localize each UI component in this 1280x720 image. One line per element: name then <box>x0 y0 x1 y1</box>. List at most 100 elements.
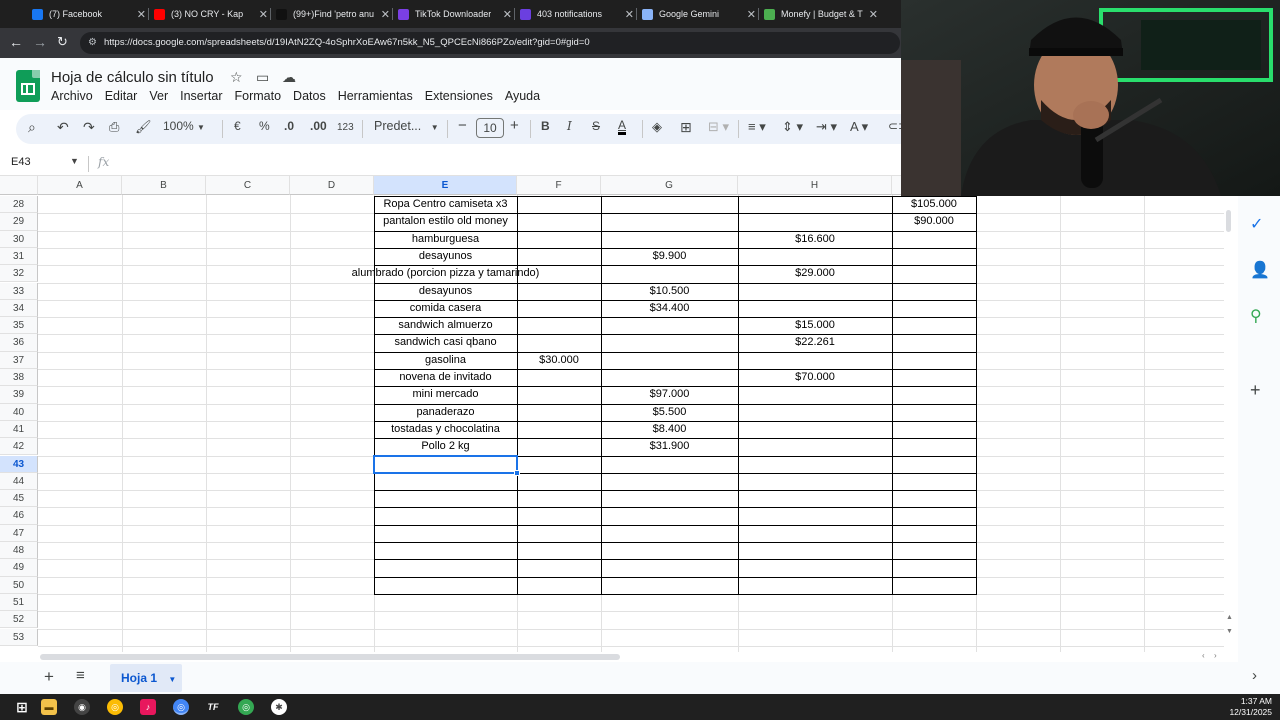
add-sheet-icon[interactable]: + <box>44 667 54 687</box>
menu-item[interactable]: Formato <box>235 89 282 103</box>
table-cell[interactable]: hamburguesa <box>374 231 517 248</box>
undo-icon[interactable]: ↶ <box>57 119 69 136</box>
table-cell[interactable]: pantalon estilo old money <box>374 213 517 230</box>
font-size-input[interactable]: 10 <box>476 118 504 138</box>
table-cell[interactable]: $9.900 <box>601 248 738 265</box>
menu-item[interactable]: Insertar <box>180 89 222 103</box>
bold-icon[interactable]: B <box>541 119 550 133</box>
chevron-down-icon[interactable]: ▼ <box>70 156 79 166</box>
menu-item[interactable]: Editar <box>105 89 138 103</box>
row-header[interactable]: 47 <box>0 524 38 542</box>
browser-tab[interactable]: (7) Facebook ✕ <box>32 0 146 28</box>
column-header[interactable]: F <box>517 176 601 195</box>
borders-icon[interactable]: ⊞ <box>680 119 692 136</box>
table-cell[interactable]: novena de invitado <box>374 369 517 386</box>
name-box[interactable]: E43 <box>11 156 31 168</box>
more-formats-button[interactable]: 123 <box>337 122 354 133</box>
obs-icon[interactable]: ◉ <box>74 699 90 715</box>
currency-format-button[interactable]: € <box>234 119 241 133</box>
text-color-icon[interactable]: A <box>618 119 627 135</box>
menu-item[interactable]: Datos <box>293 89 326 103</box>
horizontal-align-icon[interactable]: ≡ ▾ <box>748 119 766 135</box>
scroll-right-icon[interactable]: › <box>1214 651 1217 660</box>
column-header[interactable]: A <box>38 176 122 195</box>
row-header[interactable]: 35 <box>0 317 38 335</box>
fill-handle[interactable] <box>514 469 520 476</box>
close-tab-icon[interactable]: ✕ <box>381 8 390 21</box>
table-cell[interactable]: $105.000 <box>892 196 976 213</box>
table-cell[interactable]: mini mercado <box>374 386 517 403</box>
table-cell[interactable]: $5.500 <box>601 404 738 421</box>
all-sheets-icon[interactable]: ≡ <box>76 667 85 684</box>
row-header[interactable]: 52 <box>0 611 38 629</box>
sheet-tab[interactable]: Hoja 1 ▼ <box>110 664 182 692</box>
row-header[interactable]: 34 <box>0 299 38 318</box>
row-header[interactable]: 40 <box>0 403 38 421</box>
close-tab-icon[interactable]: ✕ <box>747 8 756 21</box>
menu-item[interactable]: Extensiones <box>425 89 493 103</box>
decrease-decimal-button[interactable]: .0 <box>284 119 294 133</box>
table-cell[interactable]: $30.000 <box>517 352 601 369</box>
chrome-icon[interactable]: ◎ <box>107 699 123 715</box>
scroll-left-icon[interactable]: ‹ <box>1202 651 1205 660</box>
row-header[interactable]: 42 <box>0 438 38 456</box>
close-tab-icon[interactable]: ✕ <box>625 8 634 21</box>
paint-format-icon[interactable]: 🖌 <box>135 119 152 135</box>
row-header[interactable]: 38 <box>0 369 38 387</box>
scroll-down-icon[interactable]: ▼ <box>1226 628 1233 635</box>
strikethrough-icon[interactable]: S <box>592 119 600 133</box>
table-cell[interactable]: desayunos <box>374 248 517 265</box>
star-icon[interactable]: ☆ <box>230 69 243 86</box>
percent-format-button[interactable]: % <box>259 119 270 133</box>
decrease-font-size-icon[interactable]: − <box>458 117 467 134</box>
spreadsheet-grid[interactable]: A B C D E F G H 28 Ropa Centro camiseta x3 $105.00… <box>0 176 1224 652</box>
fill-color-icon[interactable]: ◈ <box>652 119 662 135</box>
chrome-profile-icon[interactable]: ◎ <box>238 699 254 715</box>
vertical-scrollbar[interactable] <box>1226 210 1231 232</box>
tasks-icon[interactable]: ✓ <box>1250 214 1263 234</box>
row-header[interactable]: 31 <box>0 247 38 266</box>
browser-tab[interactable]: (99+)Find 'petro anu ✕ <box>276 0 390 28</box>
row-header[interactable]: 44 <box>0 472 38 491</box>
menu-item[interactable]: Archivo <box>51 89 93 103</box>
increase-font-size-icon[interactable]: + <box>510 117 519 134</box>
browser-tab[interactable]: TikTok Downloader ✕ <box>398 0 512 28</box>
select-all-corner[interactable] <box>0 176 38 195</box>
document-title[interactable]: Hoja de cálculo sin título <box>51 69 214 86</box>
browser-tab[interactable]: Monefy | Budget & T ✕ <box>764 0 878 28</box>
row-header[interactable]: 30 <box>0 230 38 248</box>
row-header[interactable]: 53 <box>0 628 38 646</box>
column-header[interactable]: C <box>206 176 290 195</box>
row-header[interactable]: 39 <box>0 386 38 404</box>
row-header[interactable]: 32 <box>0 265 38 283</box>
windows-start-icon[interactable]: ⊞ <box>14 699 30 715</box>
table-cell[interactable]: gasolina <box>374 352 517 369</box>
table-cell[interactable]: sandwich casi qbano <box>374 334 517 351</box>
row-header[interactable]: 43 <box>0 455 38 473</box>
row-header[interactable]: 28 <box>0 196 38 214</box>
table-cell[interactable]: desayunos <box>374 283 517 300</box>
row-header[interactable]: 45 <box>0 490 38 508</box>
close-tab-icon[interactable]: ✕ <box>869 8 878 21</box>
tf-app-icon[interactable]: TF <box>205 699 221 715</box>
table-cell[interactable]: $29.000 <box>738 265 892 282</box>
site-info-icon[interactable]: ⚙ <box>88 32 97 54</box>
column-header[interactable]: D <box>290 176 374 195</box>
search-menus-icon[interactable]: ⌕ <box>28 119 36 136</box>
file-explorer-icon[interactable]: ▬ <box>41 699 57 715</box>
table-cell[interactable]: alumbrado (porcion pizza y tamarindo) <box>294 265 597 282</box>
vertical-align-icon[interactable]: ⇕ ▾ <box>782 119 803 135</box>
table-cell[interactable]: sandwich almuerzo <box>374 317 517 334</box>
zoom-select[interactable]: 100% ▼ <box>163 119 205 133</box>
font-family-select[interactable]: Predet... ▼ <box>374 119 439 133</box>
system-clock[interactable]: 1:37 AM 12/31/2025 <box>1229 696 1272 718</box>
table-cell[interactable]: panaderazo <box>374 404 517 421</box>
column-header[interactable]: B <box>122 176 206 195</box>
move-folder-icon[interactable]: ▭ <box>256 69 269 86</box>
table-cell[interactable]: $31.900 <box>601 438 738 455</box>
text-rotation-icon[interactable]: A ▾ <box>850 119 868 135</box>
row-header[interactable]: 29 <box>0 213 38 231</box>
column-header[interactable]: H <box>738 176 892 195</box>
row-header[interactable]: 36 <box>0 334 38 352</box>
table-cell[interactable]: tostadas y chocolatina <box>374 421 517 438</box>
